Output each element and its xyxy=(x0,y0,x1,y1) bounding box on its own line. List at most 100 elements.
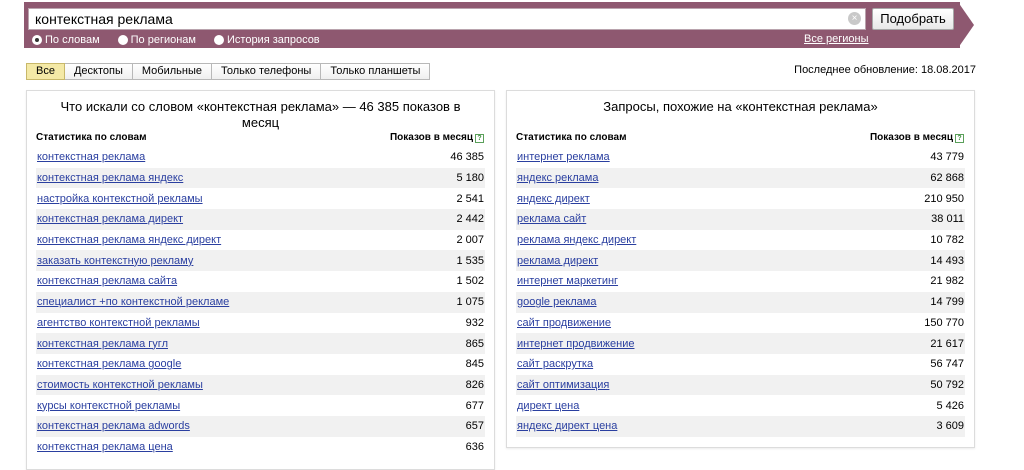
help-icon[interactable]: ? xyxy=(955,134,964,143)
last-update-text: Последнее обновление: 18.08.2017 xyxy=(794,64,976,76)
impressions-count: 865 xyxy=(465,337,484,350)
phrase-link[interactable]: заказать контекстную рекламу xyxy=(37,255,193,267)
table-row: интернет продвижение 21 617 xyxy=(516,333,965,354)
mode-history[interactable]: История запросов xyxy=(214,33,320,47)
radio-icon[interactable] xyxy=(117,35,128,45)
phrase-link[interactable]: интернет продвижение xyxy=(517,338,634,350)
col-count-label: Показов в месяц xyxy=(869,132,953,143)
phrase-link[interactable]: стоимость контекстной рекламы xyxy=(37,379,203,391)
impressions-count: 38 011 xyxy=(931,213,964,226)
impressions-count: 50 792 xyxy=(930,378,964,391)
search-input[interactable]: контекстная реклама xyxy=(28,8,866,30)
phrase-link[interactable]: интернет реклама xyxy=(517,151,610,163)
clear-icon[interactable]: × xyxy=(848,12,861,25)
submit-button[interactable]: Подобрать xyxy=(872,8,954,30)
tab-all[interactable]: Все xyxy=(26,63,65,80)
help-icon[interactable]: ? xyxy=(475,134,484,143)
phrase-link[interactable]: контекстная реклама сайта xyxy=(37,275,177,287)
impressions-count: 3 609 xyxy=(936,420,964,433)
phrase-link[interactable]: реклама яндекс директ xyxy=(517,234,636,246)
impressions-count: 5 426 xyxy=(936,399,964,412)
impressions-count: 21 982 xyxy=(930,275,964,288)
table-row: контекстная реклама сайта 1 502 xyxy=(36,271,485,292)
table-row: яндекс реклама 62 868 xyxy=(516,167,965,189)
phrase-link[interactable]: контекстная реклама xyxy=(37,151,145,163)
panel-title: Что искали со словом «контекстная реклам… xyxy=(60,99,461,130)
phrase-link[interactable]: контекстная реклама adwords xyxy=(37,420,190,432)
table-row: контекстная реклама цена 636 xyxy=(36,437,485,458)
panel-title: Запросы, похожие на «контекстная реклама… xyxy=(603,99,878,114)
radio-icon[interactable] xyxy=(32,35,42,45)
phrase-link[interactable]: интернет маркетинг xyxy=(517,275,618,287)
tab-tablets-only[interactable]: Только планшеты xyxy=(321,63,431,80)
impressions-count: 2 541 xyxy=(456,192,484,205)
table-row: заказать контекстную рекламу 1 535 xyxy=(36,250,485,272)
phrase-link[interactable]: агентство контекстной рекламы xyxy=(37,317,200,329)
impressions-count: 14 493 xyxy=(930,254,964,267)
table-row: курсы контекстной рекламы 677 xyxy=(36,395,485,416)
phrase-link[interactable]: сайт раскрутка xyxy=(517,358,593,370)
table-row: контекстная реклама adwords 657 xyxy=(36,415,485,437)
phrase-link[interactable]: контекстная реклама директ xyxy=(37,213,183,225)
phrase-link[interactable]: реклама сайт xyxy=(517,213,586,225)
phrase-link[interactable]: контекстная реклама яндекс xyxy=(37,172,183,184)
impressions-count: 845 xyxy=(465,358,484,371)
impressions-count: 636 xyxy=(465,440,484,453)
table-row: реклама яндекс директ 10 782 xyxy=(516,230,965,251)
impressions-count: 210 950 xyxy=(924,192,964,205)
radio-icon[interactable] xyxy=(214,35,224,45)
tab-phones-only[interactable]: Только телефоны xyxy=(211,63,322,80)
phrase-link[interactable]: сайт оптимизация xyxy=(517,379,609,391)
impressions-count: 1 502 xyxy=(456,275,484,288)
mode-label: По словам xyxy=(45,34,100,46)
table-row: контекстная реклама 46 385 xyxy=(36,147,485,168)
impressions-count: 56 747 xyxy=(930,358,964,371)
table-row: контекстная реклама директ 2 442 xyxy=(36,209,485,230)
word-stats-list: контекстная реклама 46 385 контекстная рек… xyxy=(36,147,485,457)
phrase-link[interactable]: яндекс директ xyxy=(517,193,590,205)
table-row: контекстная реклама яндекс директ 2 007 xyxy=(36,230,485,251)
phrase-link[interactable]: google реклама xyxy=(517,296,596,308)
impressions-count: 2 442 xyxy=(456,213,484,226)
phrase-link[interactable]: специалист +по контекстной рекламе xyxy=(37,296,229,308)
impressions-count: 5 180 xyxy=(456,172,484,185)
table-row: сайт оптимизация 50 792 xyxy=(516,374,965,396)
phrase-link[interactable]: контекстная реклама цена xyxy=(37,441,173,453)
col-count-header: Показов в месяц? xyxy=(870,132,964,144)
impressions-count: 62 868 xyxy=(930,172,964,185)
table-row: google реклама 14 799 xyxy=(516,291,965,313)
mode-by-words[interactable]: По словам xyxy=(32,33,100,47)
phrase-link[interactable]: курсы контекстной рекламы xyxy=(37,400,180,412)
search-mode-group: По словам По регионам История запросов xyxy=(32,33,338,47)
table-row: контекстная реклама google 845 xyxy=(36,354,485,375)
impressions-count: 1 075 xyxy=(456,296,484,309)
impressions-count: 150 770 xyxy=(924,316,964,329)
phrase-link[interactable]: настройка контекстной рекламы xyxy=(37,193,203,205)
phrase-link[interactable]: яндекс реклама xyxy=(517,172,598,184)
phrase-link[interactable]: реклама директ xyxy=(517,255,598,267)
word-stats-panel: Что искали со словом «контекстная реклам… xyxy=(26,90,495,470)
similar-queries-panel: Запросы, похожие на «контекстная реклама… xyxy=(506,90,975,448)
all-regions-link[interactable]: Все регионы xyxy=(804,33,869,45)
similar-queries-list: интернет реклама 43 779 яндекс реклама 62 8… xyxy=(516,147,965,437)
mode-by-regions[interactable]: По регионам xyxy=(117,33,196,47)
impressions-count: 657 xyxy=(465,420,484,433)
col-stat-label: Статистика по словам xyxy=(36,132,147,143)
phrase-link[interactable]: контекстная реклама гугл xyxy=(37,338,168,350)
phrase-link[interactable]: сайт продвижение xyxy=(517,317,611,329)
tab-desktops[interactable]: Десктопы xyxy=(64,63,133,80)
phrase-link[interactable]: контекстная реклама яндекс директ xyxy=(37,234,221,246)
table-row: интернет маркетинг 21 982 xyxy=(516,271,965,292)
tab-mobile[interactable]: Мобильные xyxy=(132,63,212,80)
column-header: Статистика по словам Показов в месяц? xyxy=(516,132,964,144)
col-stat-label: Статистика по словам xyxy=(516,132,627,143)
phrase-link[interactable]: контекстная реклама google xyxy=(37,358,181,370)
phrase-link[interactable]: яндекс директ цена xyxy=(517,420,617,432)
impressions-count: 14 799 xyxy=(930,296,964,309)
table-row: директ цена 5 426 xyxy=(516,395,965,416)
phrase-link[interactable]: директ цена xyxy=(517,400,579,412)
table-row: реклама сайт 38 011 xyxy=(516,209,965,230)
col-count-header: Показов в месяц? xyxy=(390,132,484,144)
impressions-count: 677 xyxy=(465,399,484,412)
table-row: контекстная реклама яндекс 5 180 xyxy=(36,167,485,189)
